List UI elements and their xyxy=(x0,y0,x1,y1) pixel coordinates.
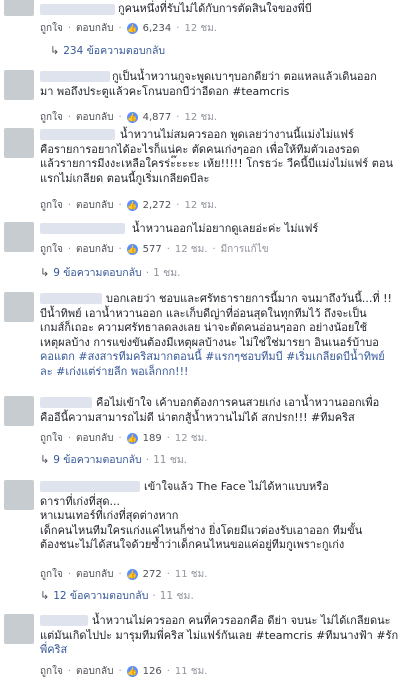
replies-count[interactable]: 12 ข้อความตอบกลับ xyxy=(53,587,148,604)
like-count[interactable]: 577 xyxy=(143,244,162,255)
comment-time[interactable]: 11 ชม. xyxy=(175,567,207,582)
avatar[interactable] xyxy=(4,128,34,158)
like-link[interactable]: ถูกใจ xyxy=(40,242,63,257)
comment-text: กูเป็นน้ำหวานกูจะพูดเบาๆบอกดียว่า ตอแหลแ… xyxy=(40,70,377,98)
like-count[interactable]: 189 xyxy=(143,433,162,444)
view-replies[interactable]: ↳ 12 ข้อความตอบกลับ · 11 ชม. xyxy=(40,587,194,604)
view-replies[interactable]: ↳ 234 ข้อความตอบกลับ xyxy=(50,42,165,59)
like-count[interactable]: 272 xyxy=(143,569,162,580)
comment-time[interactable]: 12 ชม. xyxy=(184,198,216,213)
like-link[interactable]: ถูกใจ xyxy=(40,198,63,213)
comment-text: คือไม่เข้าใจ เค้าบอกต้องการคนสวยเก่ง เอา… xyxy=(40,396,380,424)
reply-arrow-icon: ↳ xyxy=(50,44,60,57)
comment-meta: ถูกใจ · ตอบกลับ · 👍 6,234 · 12 ชม. xyxy=(40,21,217,36)
view-replies[interactable]: ↳ 9 ข้อความตอบกลับ · 11 ชม. xyxy=(40,451,187,468)
avatar[interactable] xyxy=(4,0,34,16)
reply-link[interactable]: ตอบกลับ xyxy=(76,21,113,36)
thumbs-up-icon: 👍 xyxy=(126,23,138,34)
thumbs-up-icon: 👍 xyxy=(126,244,138,255)
reply-arrow-icon: ↳ xyxy=(40,589,50,602)
avatar[interactable] xyxy=(4,480,34,510)
replies-time: 11 ชม. xyxy=(153,454,188,466)
replies-time: 11 ชม. xyxy=(159,590,194,602)
like-count[interactable]: 2,272 xyxy=(143,200,172,211)
comment-text: บอกเลยว่า ชอบและศรัทธารายการนี้มาก จนมาถ… xyxy=(40,292,392,378)
reply-link[interactable]: ตอบกลับ xyxy=(76,198,113,213)
replies-count[interactable]: 234 ข้อความตอบกลับ xyxy=(63,42,165,59)
replies-time: 1 ชม. xyxy=(153,267,181,279)
thumbs-up-icon: 👍 xyxy=(126,200,138,211)
replies-count[interactable]: 9 ข้อความตอบกลับ xyxy=(53,264,142,281)
comment-text: น้ำหวานออกไม่อยากดูเลยอ่ะค่ะ ไม่แฟร์ xyxy=(132,222,319,235)
avatar[interactable] xyxy=(4,70,34,100)
like-count[interactable]: 6,234 xyxy=(143,23,172,34)
reply-link[interactable]: ตอบกลับ xyxy=(76,567,113,582)
reply-arrow-icon: ↳ xyxy=(40,453,50,466)
thumbs-up-icon: 👍 xyxy=(126,112,138,123)
like-link[interactable]: ถูกใจ xyxy=(40,567,63,582)
comment-meta: ถูกใจ · ตอบกลับ · 👍 189 · 12 ชม. xyxy=(40,431,208,446)
reply-link[interactable]: ตอบกลับ xyxy=(76,110,113,125)
comment-time[interactable]: 12 ชม. xyxy=(175,242,207,257)
like-count[interactable]: 126 xyxy=(143,666,162,677)
thumbs-up-icon: 👍 xyxy=(126,666,138,677)
commenter-name[interactable] xyxy=(40,4,115,15)
like-link[interactable]: ถูกใจ xyxy=(40,21,63,36)
reply-link[interactable]: ตอบกลับ xyxy=(76,242,113,257)
comment-meta: ถูกใจ · ตอบกลับ · 👍 577 · 12 ชม. · มีการ… xyxy=(40,242,269,257)
reply-link[interactable]: ตอบกลับ xyxy=(76,431,113,446)
thumbs-up-icon: 👍 xyxy=(126,569,138,580)
thumbs-up-icon: 👍 xyxy=(126,433,138,444)
comment-meta: ถูกใจ · ตอบกลับ · 👍 272 · 11 ชม. xyxy=(40,567,208,582)
like-link[interactable]: ถูกใจ xyxy=(40,110,63,125)
comment-text: น้ำหวานไม่สมควรออก พูดเลยว่างานนี้แม่งไม… xyxy=(40,128,393,185)
comment-text: กูคนหนึ่งที่รับไม่ได้กับการตัดสินใจของพี… xyxy=(118,2,312,15)
reply-arrow-icon: ↳ xyxy=(40,266,50,279)
avatar[interactable] xyxy=(4,292,34,322)
like-link[interactable]: ถูกใจ xyxy=(40,431,63,446)
comment-text: น้ำหวานไม่ควรออก คนที่ควรออกคือ ดีย่า จบ… xyxy=(40,614,399,656)
avatar[interactable] xyxy=(4,614,34,644)
replies-count[interactable]: 9 ข้อความตอบกลับ xyxy=(53,451,142,468)
comment-time[interactable]: 12 ชม. xyxy=(175,431,207,446)
comment-time[interactable]: 12 ชม. xyxy=(184,110,216,125)
edited-label[interactable]: มีการแก้ไข xyxy=(221,242,269,257)
comment-meta: ถูกใจ · ตอบกลับ · 👍 2,272 · 12 ชม. xyxy=(40,198,217,213)
avatar[interactable] xyxy=(4,222,34,252)
like-count[interactable]: 4,877 xyxy=(143,112,172,123)
view-replies[interactable]: ↳ 9 ข้อความตอบกลับ · 1 ชม. xyxy=(40,264,180,281)
comment-meta: ถูกใจ · ตอบกลับ · 👍 4,877 · 12 ชม. xyxy=(40,110,217,125)
comment-text: เข้าใจแล้ว The Face ไม่ได้หาแบบหรือ ดารา… xyxy=(40,480,363,551)
avatar[interactable] xyxy=(4,396,34,426)
comment-time[interactable]: 12 ชม. xyxy=(184,21,216,36)
